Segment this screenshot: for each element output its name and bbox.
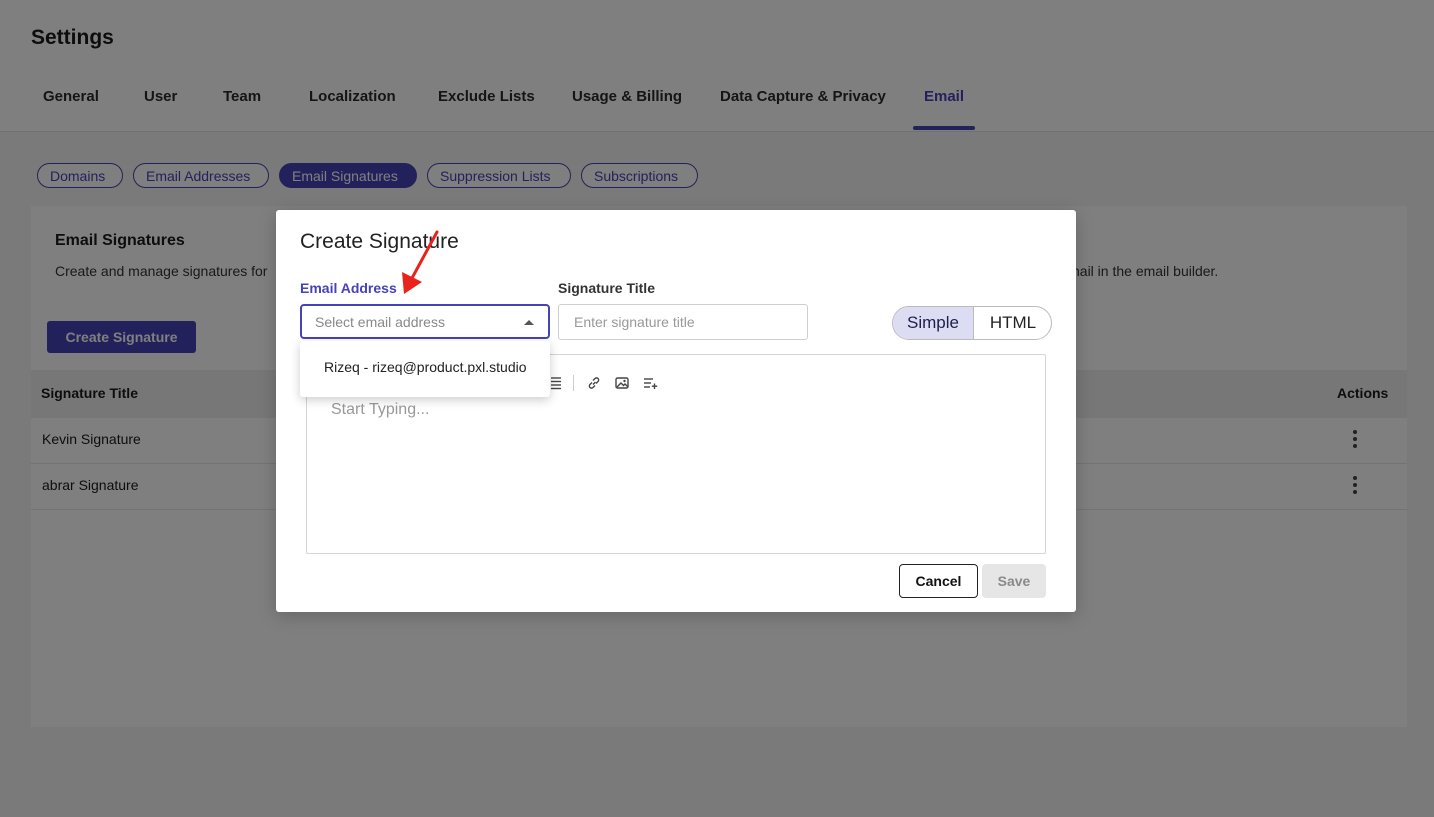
save-button[interactable]: Save bbox=[982, 564, 1046, 598]
editor-mode-toggle: Simple HTML bbox=[892, 306, 1052, 340]
email-option[interactable]: Rizeq - rizeq@product.pxl.studio bbox=[324, 359, 527, 375]
cancel-button[interactable]: Cancel bbox=[899, 564, 978, 598]
signature-title-input[interactable] bbox=[558, 304, 808, 340]
email-address-dropdown: Rizeq - rizeq@product.pxl.studio bbox=[300, 341, 550, 397]
toolbar-divider bbox=[573, 375, 574, 391]
annotation-arrow bbox=[402, 230, 439, 294]
signature-title-label: Signature Title bbox=[558, 280, 655, 296]
editor-placeholder: Start Typing... bbox=[331, 401, 430, 418]
link-icon[interactable] bbox=[586, 375, 602, 391]
email-address-select[interactable]: Select email address bbox=[300, 304, 550, 339]
mode-html-button[interactable]: HTML bbox=[974, 307, 1051, 339]
insert-field-icon[interactable] bbox=[642, 375, 658, 391]
email-select-placeholder: Select email address bbox=[315, 314, 445, 330]
caret-up-icon bbox=[524, 320, 534, 325]
email-address-label: Email Address bbox=[300, 280, 397, 296]
image-icon[interactable] bbox=[614, 375, 630, 391]
mode-simple-button[interactable]: Simple bbox=[893, 307, 974, 339]
